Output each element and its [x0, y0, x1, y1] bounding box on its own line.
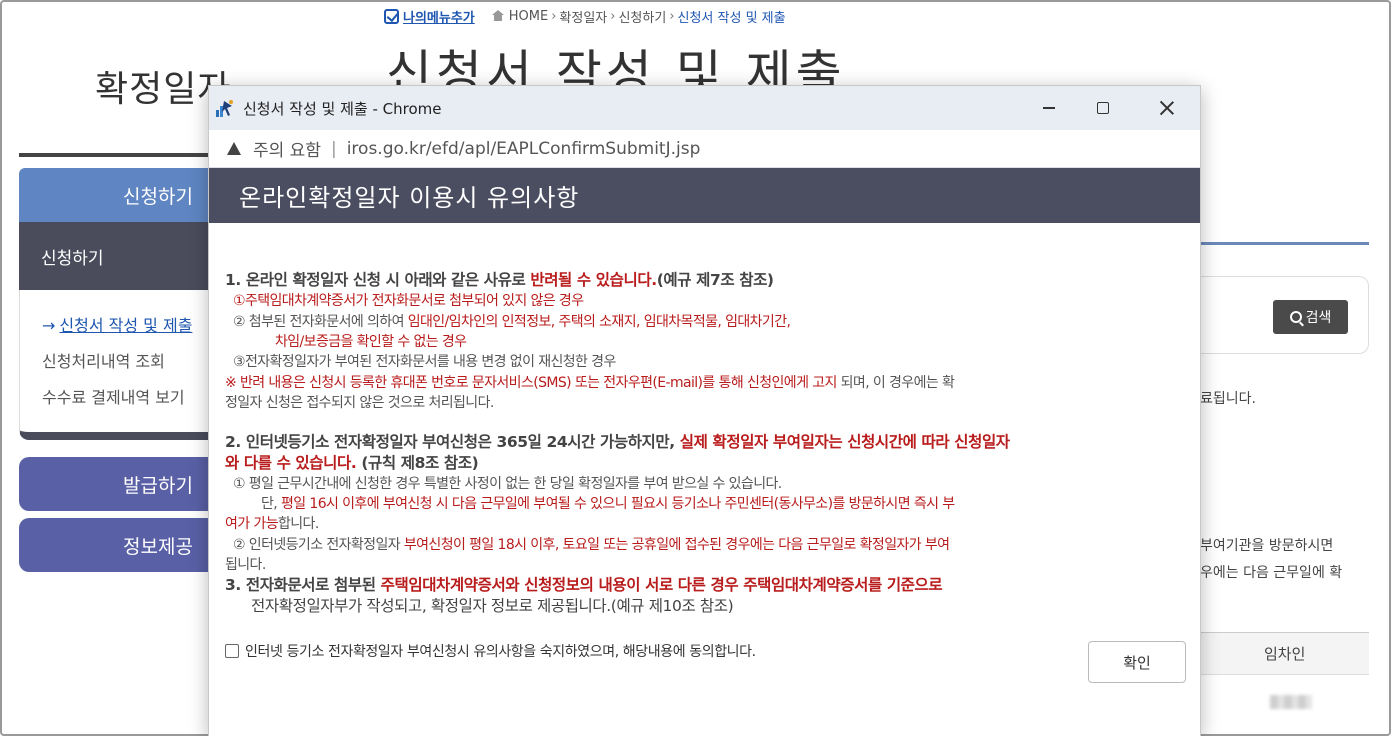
- notice-text: 1. 온라인 확정일자 신청 시 아래와 같은 사유로: [225, 271, 531, 289]
- notice-text: (예규 제7조 참조): [656, 271, 774, 289]
- window-titlebar[interactable]: 신청서 작성 및 제출 - Chrome: [209, 86, 1200, 130]
- divider: [1200, 242, 1369, 245]
- breadcrumb-current[interactable]: 신청서 작성 및 제출: [678, 7, 786, 26]
- notice-text-emphasis: 와 다를 수 있습니다.: [225, 454, 357, 472]
- sidebar-button-info[interactable]: 정보제공: [19, 518, 211, 572]
- info-text: 우에는 다음 근무일에 확: [1200, 565, 1343, 581]
- breadcrumb-confirm-date[interactable]: 확정일자: [559, 7, 607, 26]
- notice-text: 3. 전자화문서로 첨부된: [225, 576, 381, 594]
- notice-text: 합니다.: [277, 516, 319, 532]
- notice-text: (규칙 제8조 참조): [356, 454, 479, 472]
- agree-checkbox[interactable]: [225, 644, 239, 658]
- notice-heading: 온라인확정일자 이용시 유의사항: [209, 168, 1200, 223]
- notice-text-emphasis: 평일 16시 이후에 부여신청 시 다음 근무일에 부여될 수 있으니 필요시 …: [280, 496, 955, 512]
- notice-text: ② 인터넷등기소 전자확정일자: [233, 537, 404, 553]
- notice-item: ①주택임대차계약증서가 전자화문서로 첨부되어 있지 않은 경우: [233, 293, 584, 309]
- sidebar-item-history[interactable]: 신청처리내역 조회: [42, 348, 165, 372]
- blurred-cell: [1270, 695, 1312, 709]
- checkbox-icon: [384, 8, 399, 24]
- notice-text-emphasis: 실제 확정일자 부여일자는 신청시간에 따라 신청일자: [679, 433, 1010, 451]
- notice-note: 정일자 신청은 접수되지 않은 것으로 처리됩니다.: [225, 395, 494, 411]
- popup-window: 신청서 작성 및 제출 - Chrome 주의 요함 | iros.go.kr/…: [208, 85, 1201, 736]
- minimize-icon: [1043, 107, 1055, 109]
- notice-text: ② 첨부된 전자화문서에 의하여: [233, 314, 408, 330]
- info-text: 부여기관을 방문하시면: [1200, 538, 1334, 554]
- notice-item: 됩니다.: [225, 557, 266, 573]
- notice-text-emphasis: 반려될 수 있습니다.: [530, 271, 657, 289]
- divider: [19, 153, 211, 157]
- home-icon: [491, 10, 505, 22]
- notice-text-emphasis: 임대인/임차인의 인적정보, 주택의 소재지, 임대차목적물, 임대차기간,: [407, 314, 791, 330]
- top-navigation: 나의메뉴추가 HOME › 확정일자 › 신청하기 › 신청서 작성 및 제출: [384, 6, 786, 26]
- notice-item: ① 평일 근무시간내에 신청한 경우 특별한 사정이 없는 한 당일 확정일자를…: [233, 476, 782, 492]
- notice-section-2-cont: 와 다를 수 있습니다. (규칙 제8조 참조): [225, 451, 479, 473]
- close-icon: [1159, 100, 1175, 116]
- notice-section-3: 3. 전자화문서로 첨부된 주택임대차계약증서와 신청정보의 내용이 서로 다른…: [225, 573, 943, 595]
- notice-item: ② 인터넷등기소 전자확정일자 부여신청이 평일 18시 이후, 토요일 또는 …: [233, 534, 950, 554]
- confirm-button[interactable]: 확인: [1088, 641, 1186, 683]
- add-my-menu-label: 나의메뉴추가: [403, 10, 475, 26]
- agree-label[interactable]: 인터넷 등기소 전자확정일자 부여신청시 유의사항을 숙지하였으며, 해당내용에…: [245, 641, 756, 661]
- breadcrumb-home[interactable]: HOME: [509, 9, 548, 24]
- notice-section-3-cont: 전자확정일자부가 작성되고, 확정일자 정보로 제공됩니다.(예규 제10조 참…: [251, 597, 734, 615]
- breadcrumb-apply[interactable]: 신청하기: [618, 7, 666, 26]
- search-button[interactable]: 검색: [1273, 300, 1348, 334]
- notice-text-emphasis: 부여신청이 평일 18시 이후, 토요일 또는 공휴일에 접수된 경우에는 다음…: [403, 537, 950, 553]
- add-my-menu-link[interactable]: 나의메뉴추가: [384, 7, 475, 26]
- address-bar[interactable]: 주의 요함 | iros.go.kr/efd/apl/EAPLConfirmSu…: [209, 130, 1200, 168]
- breadcrumb-separator: ›: [551, 8, 557, 24]
- breadcrumb-separator: ›: [669, 8, 675, 24]
- notice-text: 2. 인터넷등기소 전자확정일자 부여신청은 365일 24시간 가능하지만,: [225, 433, 680, 451]
- notice-text-emphasis: 주택임대차계약증서와 신청정보의 내용이 서로 다른 경우 주택임대차계약증서를…: [380, 576, 943, 594]
- sidebar-header-apply[interactable]: 신청하기: [19, 168, 211, 222]
- url-separator: |: [330, 138, 337, 159]
- notice-text: 단,: [261, 496, 281, 512]
- notice-section-1: 1. 온라인 확정일자 신청 시 아래와 같은 사유로 반려될 수 있습니다.(…: [225, 268, 774, 290]
- notice-item: ③전자확정일자가 부여된 전자화문서를 내용 변경 없이 재신청한 경우: [233, 354, 616, 370]
- notice-item: 단, 평일 16시 이후에 부여신청 시 다음 근무일에 부여될 수 있으니 필…: [261, 493, 955, 513]
- sidebar-subheader-apply[interactable]: 신청하기: [19, 222, 211, 290]
- search-button-label: 검색: [1305, 310, 1332, 326]
- search-icon: [1289, 311, 1302, 323]
- security-status[interactable]: 주의 요함: [253, 136, 321, 161]
- notice-text: ※: [225, 375, 240, 391]
- agree-row[interactable]: 인터넷 등기소 전자확정일자 부여신청시 유의사항을 숙지하였으며, 해당내용에…: [225, 641, 756, 661]
- breadcrumb-separator: ›: [610, 8, 616, 24]
- notice-text-emphasis: 반려 내용은 신청시 등록한 휴대폰 번호로 문자서비스(SMS) 또는 전자우…: [239, 375, 837, 391]
- sidebar-item-payment[interactable]: 수수료 결제내역 보기: [42, 384, 185, 408]
- app-icon: [216, 100, 233, 117]
- sidebar-item-write-submit[interactable]: 신청서 작성 및 제출: [42, 312, 192, 336]
- sidebar-button-issue[interactable]: 발급하기: [19, 457, 211, 511]
- maximize-icon: [1097, 102, 1109, 114]
- notice-item: 여가 가능합니다.: [225, 513, 319, 533]
- notice-text: 되며, 이 경우에는 확: [836, 375, 955, 391]
- notice-item: 차임/보증금을 확인할 수 없는 경우: [275, 334, 467, 350]
- notice-text-emphasis: 여가 가능: [225, 516, 279, 532]
- table-header-tenant: 임차인: [1200, 633, 1369, 675]
- sidebar-list: 신청서 작성 및 제출 신청처리내역 조회 수수료 결제내역 보기: [19, 290, 211, 440]
- info-text: 료됩니다.: [1200, 391, 1256, 407]
- notice-section-2: 2. 인터넷등기소 전자확정일자 부여신청은 365일 24시간 가능하지만, …: [225, 430, 1010, 452]
- close-button[interactable]: [1137, 86, 1197, 130]
- tenant-table: 임차인: [1200, 632, 1369, 736]
- notice-note: ※ 반려 내용은 신청시 등록한 휴대폰 번호로 문자서비스(SMS) 또는 전…: [225, 372, 955, 392]
- window-title: 신청서 작성 및 제출 - Chrome: [243, 99, 442, 118]
- maximize-button[interactable]: [1073, 86, 1133, 130]
- notice-item: ② 첨부된 전자화문서에 의하여 임대인/임차인의 인적정보, 주택의 소재지,…: [233, 311, 791, 331]
- warning-icon: [227, 142, 241, 155]
- breadcrumb: HOME › 확정일자 › 신청하기 › 신청서 작성 및 제출: [491, 7, 786, 26]
- url-text[interactable]: iros.go.kr/efd/apl/EAPLConfirmSubmitJ.js…: [347, 139, 701, 159]
- minimize-button[interactable]: [1019, 86, 1079, 130]
